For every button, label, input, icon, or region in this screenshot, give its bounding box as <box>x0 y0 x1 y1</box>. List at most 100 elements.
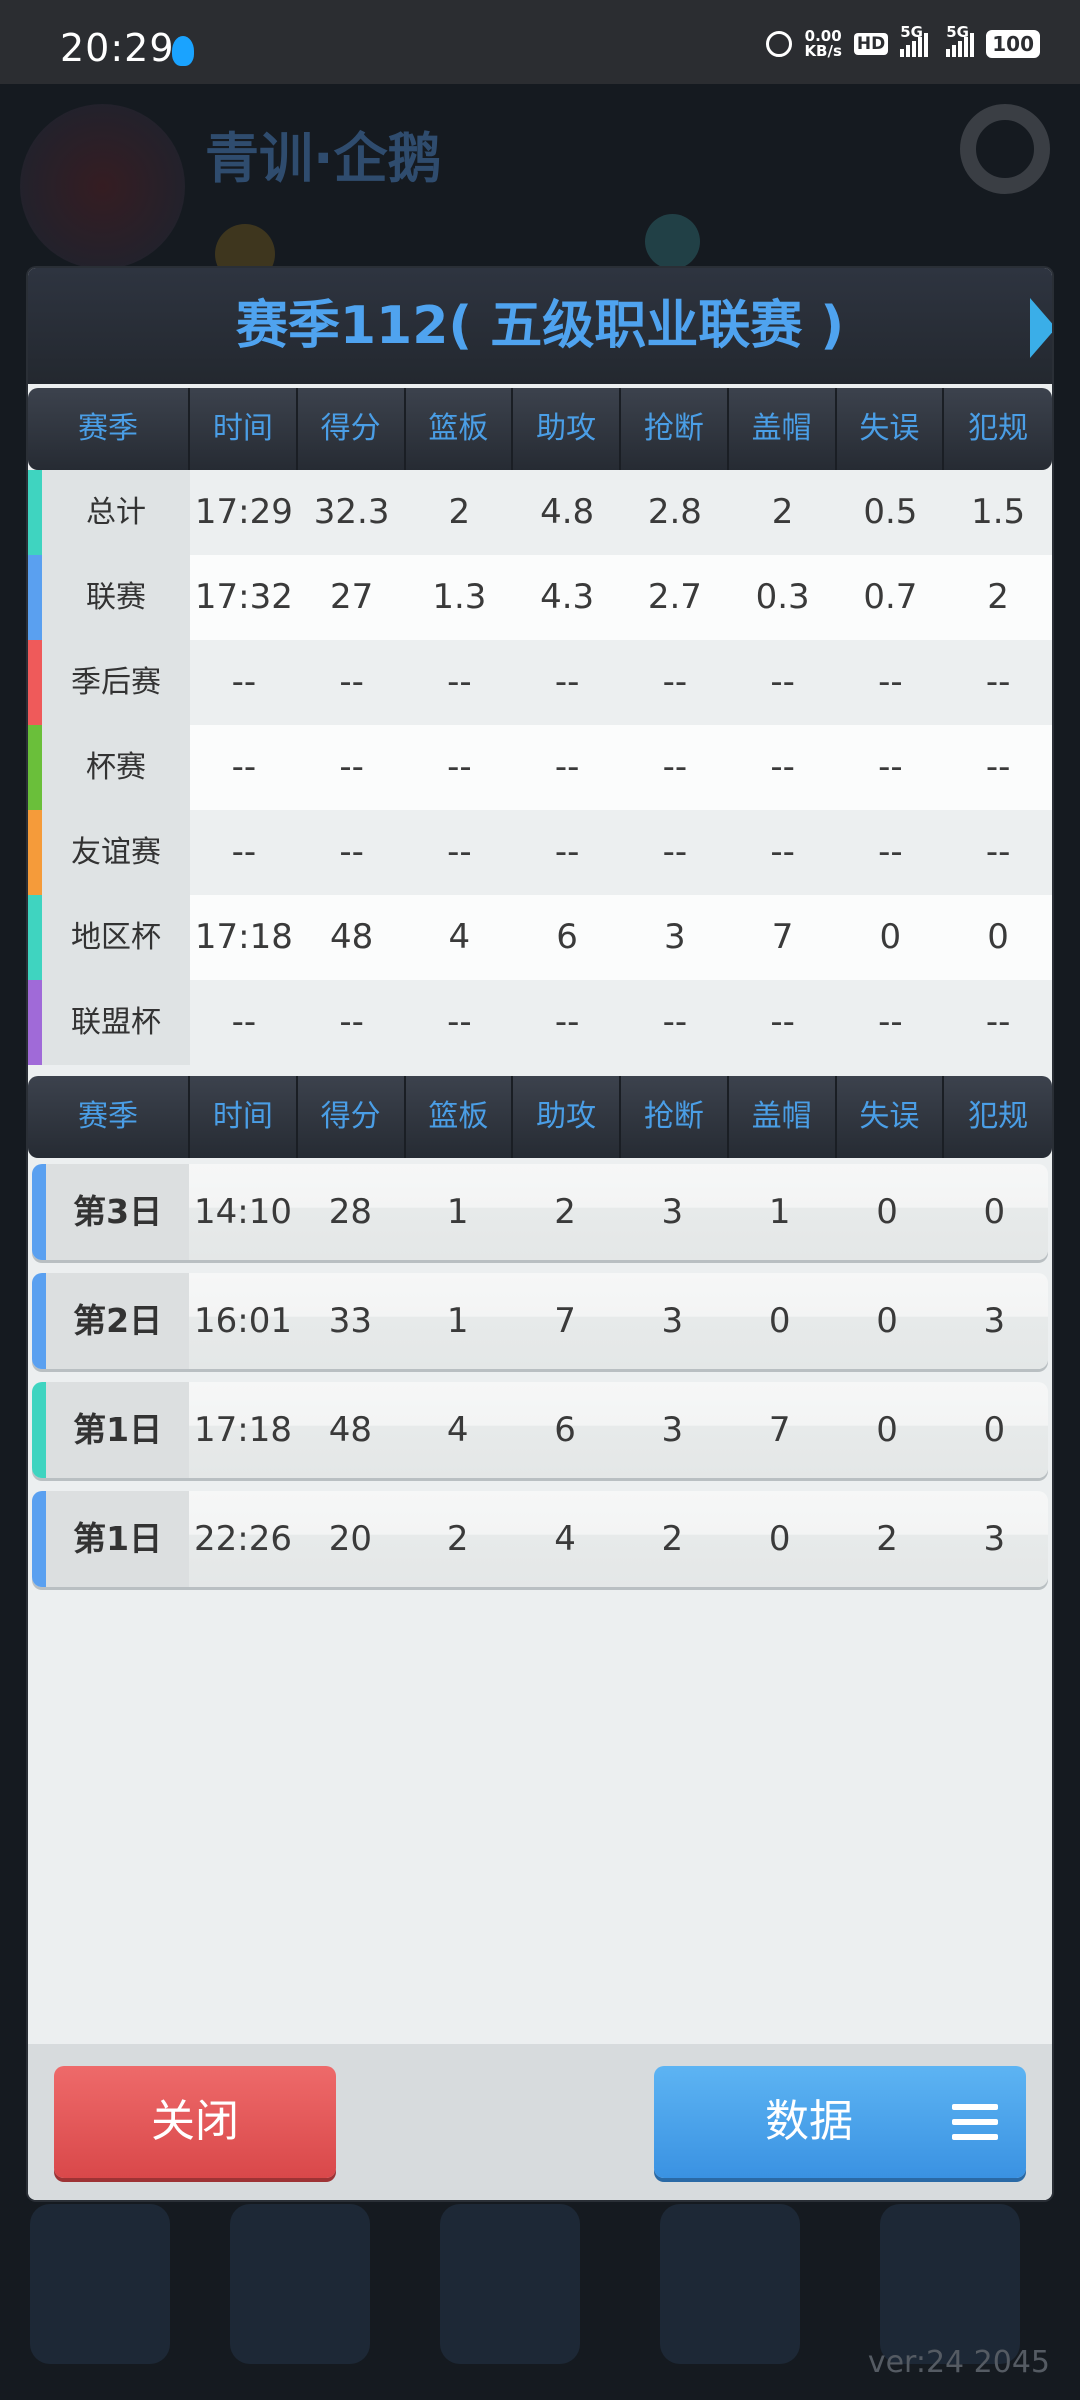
game-day-label: 第2日 <box>45 1273 190 1369</box>
game-color-stripe <box>32 1382 46 1478</box>
stat-cell: 32.3 <box>313 492 390 532</box>
row-label: 季后赛 <box>42 640 190 725</box>
column-header: 抢断 <box>621 388 729 470</box>
game-row[interactable]: 第3日 14:10 28 1 2 3 1 0 0 <box>32 1164 1048 1260</box>
stat-cell: 14:10 <box>194 1192 293 1232</box>
stat-cell: 48 <box>329 917 374 957</box>
stat-cell: 28 <box>328 1192 372 1232</box>
qq-notification-icon <box>172 36 194 66</box>
network-speed: 0.00 KB/s <box>804 27 842 60</box>
gear-icon <box>960 104 1050 194</box>
stat-cell: -- <box>662 662 688 702</box>
nav-icon <box>880 2204 1020 2364</box>
category-color-stripe <box>28 980 42 1065</box>
column-header: 助攻 <box>513 1076 621 1158</box>
column-header: 失误 <box>837 388 945 470</box>
team-name: 青训·企鹅 <box>205 127 442 190</box>
stat-cell: -- <box>554 747 580 787</box>
stat-cell: 3 <box>661 1410 684 1450</box>
stat-cell: 17:32 <box>194 577 293 617</box>
data-button[interactable]: 数据 <box>654 2066 1026 2178</box>
nav-icon <box>230 2204 370 2364</box>
stat-cell: -- <box>447 662 472 702</box>
column-header: 得分 <box>298 1076 406 1158</box>
summary-row: 地区杯 17:18 48 4 6 3 7 0 0 <box>28 895 1052 980</box>
column-header: 盖帽 <box>729 1076 837 1158</box>
stat-cell: 2.8 <box>647 492 702 532</box>
stat-cell: -- <box>231 832 257 872</box>
game-row[interactable]: 第2日 16:01 33 1 7 3 0 0 3 <box>32 1273 1048 1369</box>
version-label: ver:24 2045 <box>867 2345 1050 2380</box>
stat-cell: 7 <box>554 1301 576 1341</box>
stat-cell: 20 <box>328 1519 372 1559</box>
summary-row: 总计 17:29 32.3 2 4.8 2.8 2 0.5 1.5 <box>28 470 1052 555</box>
column-header: 犯规 <box>968 1099 1029 1134</box>
stat-cell: 0.5 <box>863 492 918 532</box>
column-header: 失误 <box>837 1076 945 1158</box>
stat-cell: -- <box>985 747 1011 787</box>
stat-cell: 0 <box>983 1192 1006 1232</box>
column-header: 赛季 <box>28 388 190 470</box>
stat-cell: 2 <box>661 1519 684 1559</box>
battery-icon: 100 <box>986 30 1040 58</box>
stat-cell: -- <box>662 747 688 787</box>
game-row[interactable]: 第1日 22:26 20 2 4 2 0 2 3 <box>32 1491 1048 1587</box>
stat-cell: -- <box>339 662 364 702</box>
column-header: 盖帽 <box>729 388 837 470</box>
stat-cell: -- <box>770 1002 795 1042</box>
stat-cell: 0 <box>876 1301 898 1341</box>
game-color-stripe <box>32 1491 46 1587</box>
stat-cell: 17:29 <box>194 492 293 532</box>
dialog-footer: 关闭 数据 <box>28 2044 1052 2200</box>
category-color-stripe <box>28 895 42 980</box>
stat-cell: 16:01 <box>194 1301 293 1341</box>
stat-cell: 4 <box>448 917 471 957</box>
stat-cell: 0 <box>987 917 1009 957</box>
game-log-table-header: 赛季 时间 得分 篮板 助攻 抢断 盖帽 失误 犯规 <box>28 1076 1052 1158</box>
row-label: 杯赛 <box>42 725 190 810</box>
stat-cell: 4.8 <box>540 492 595 532</box>
stat-cell: -- <box>231 1002 257 1042</box>
category-color-stripe <box>28 810 42 895</box>
signal-2-icon: 5G <box>946 23 975 57</box>
stat-cell: -- <box>231 747 257 787</box>
stat-cell: 2 <box>876 1519 898 1559</box>
category-color-stripe <box>28 470 42 555</box>
game-day-label: 第3日 <box>45 1164 190 1260</box>
stat-cell: 0 <box>768 1519 791 1559</box>
stat-cell: 1 <box>768 1192 791 1232</box>
category-color-stripe <box>28 640 42 725</box>
column-header: 得分 <box>298 388 406 470</box>
nav-icon <box>440 2204 580 2364</box>
game-row[interactable]: 第1日 17:18 48 4 6 3 7 0 0 <box>32 1382 1048 1478</box>
stat-cell: -- <box>231 662 257 702</box>
row-label: 联赛 <box>42 555 190 640</box>
stat-cell: -- <box>985 832 1011 872</box>
stat-cell: -- <box>554 662 580 702</box>
stat-cell: 17:18 <box>194 917 293 957</box>
close-button[interactable]: 关闭 <box>54 2066 336 2178</box>
nav-icon <box>660 2204 800 2364</box>
status-bar: 20:29 0.00 KB/s HD 5G 5G 100 <box>0 0 1080 84</box>
stat-cell: -- <box>339 1002 364 1042</box>
column-header: 赛季 <box>28 1076 190 1158</box>
stat-cell: -- <box>447 747 472 787</box>
stat-cell: 48 <box>328 1410 372 1450</box>
category-color-stripe <box>28 555 42 640</box>
stat-cell: 3 <box>983 1519 1006 1559</box>
stat-cell: 7 <box>768 1410 791 1450</box>
stat-cell: -- <box>770 832 795 872</box>
stat-cell: -- <box>878 747 903 787</box>
summary-row: 联赛 17:32 27 1.3 4.3 2.7 0.3 0.7 2 <box>28 555 1052 640</box>
season-stats-dialog: 赛季112( 五级职业联赛 ) 赛季 时间 得分 篮板 助攻 抢断 盖帽 失误 … <box>28 268 1052 2200</box>
stat-cell: 0.7 <box>863 577 918 617</box>
stat-cell: -- <box>662 1002 688 1042</box>
nav-icon <box>30 2204 170 2364</box>
stat-cell: 0 <box>876 1410 898 1450</box>
stat-cell: -- <box>770 747 795 787</box>
row-label: 地区杯 <box>42 895 190 980</box>
next-season-arrow-icon[interactable] <box>1030 298 1052 358</box>
stat-cell: 6 <box>556 917 578 957</box>
stat-cell: 33 <box>328 1301 372 1341</box>
game-color-stripe <box>32 1273 46 1369</box>
